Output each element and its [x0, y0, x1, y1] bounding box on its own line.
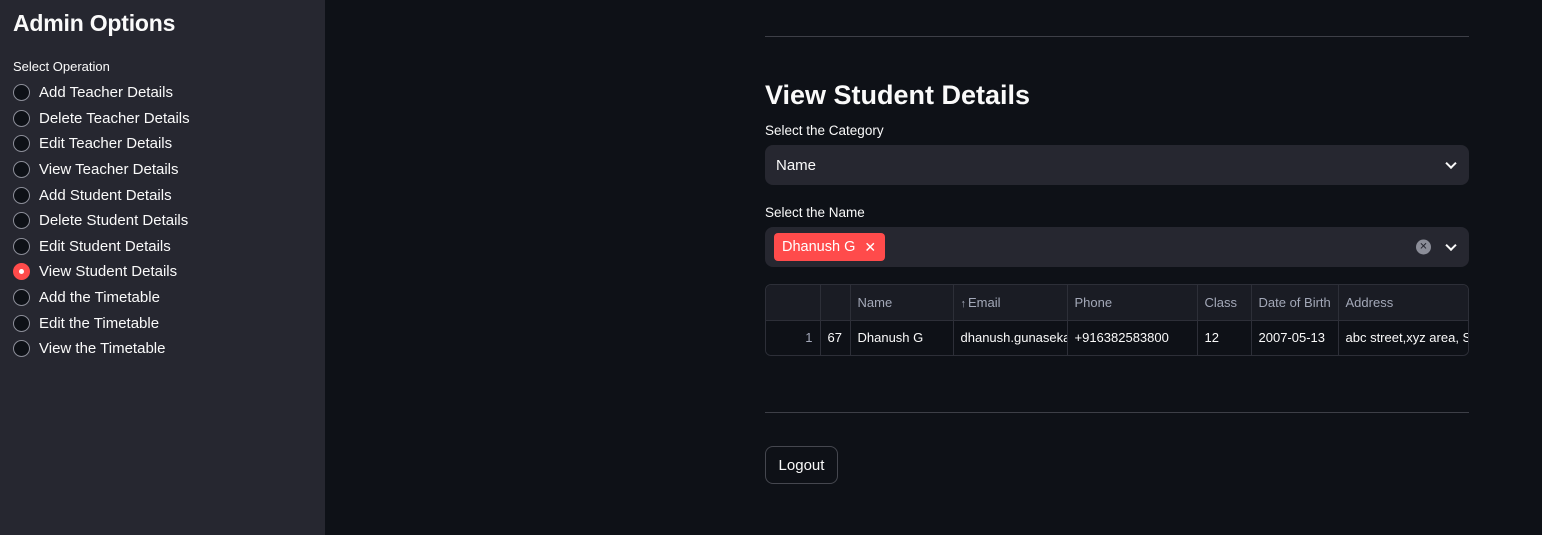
- radio-option[interactable]: View the Timetable: [13, 336, 312, 362]
- radio-option-label: Add Student Details: [39, 186, 172, 204]
- column-header-name[interactable]: Name: [850, 285, 954, 321]
- name-multiselect-label: Select the Name: [765, 205, 865, 220]
- radio-option[interactable]: Add the Timetable: [13, 285, 312, 311]
- radio-unchecked-icon[interactable]: [13, 84, 30, 102]
- page-title: View Student Details: [765, 80, 1031, 110]
- radio-option[interactable]: Add Teacher Details: [13, 80, 312, 106]
- radio-option[interactable]: View Teacher Details: [13, 157, 312, 183]
- table-header-row: Name ↑ Email Phone Class Date of Birth Ad…: [766, 285, 1468, 321]
- cell-dob[interactable]: 2007-05-13: [1251, 320, 1339, 355]
- radio-unchecked-icon[interactable]: [13, 109, 30, 127]
- chevron-down-icon[interactable]: [1445, 239, 1457, 252]
- radio-option-label: Edit the Timetable: [39, 314, 160, 332]
- column-header-address[interactable]: Address: [1338, 285, 1468, 321]
- sidebar-title: Admin Options: [13, 10, 176, 36]
- radio-option[interactable]: Edit Student Details: [13, 234, 312, 260]
- radio-checked-icon[interactable]: [13, 263, 30, 281]
- radio-option[interactable]: Add Student Details: [13, 182, 312, 208]
- cell-index: 1: [766, 320, 821, 355]
- column-header-dob[interactable]: Date of Birth: [1251, 285, 1339, 321]
- category-select-label: Select the Category: [765, 123, 884, 138]
- radio-unchecked-icon[interactable]: [13, 186, 30, 204]
- logout-button[interactable]: Logout: [765, 446, 838, 484]
- radio-unchecked-icon[interactable]: [13, 314, 30, 332]
- radio-option[interactable]: Edit the Timetable: [13, 310, 312, 336]
- clear-all-icon[interactable]: ✕: [1416, 239, 1431, 255]
- radio-option-label: Delete Student Details: [39, 212, 189, 230]
- student-table: Name ↑ Email Phone Class Date of Birth Ad…: [766, 285, 1468, 355]
- radio-option-label: View the Timetable: [39, 340, 166, 358]
- column-header-email[interactable]: ↑ Email: [953, 285, 1068, 321]
- radio-option[interactable]: Delete Student Details: [13, 208, 312, 234]
- selected-name-tag: Dhanush G ✕: [774, 233, 886, 261]
- radio-option[interactable]: Delete Teacher Details: [13, 106, 312, 132]
- radio-unchecked-icon[interactable]: [13, 212, 30, 230]
- radio-option-label: View Teacher Details: [39, 161, 179, 179]
- app-root: Admin Options Select Operation Add Teach…: [0, 0, 1542, 535]
- cell-email[interactable]: dhanush.gunasekaran: [953, 320, 1068, 355]
- column-header-class[interactable]: Class: [1197, 285, 1252, 321]
- cell-id[interactable]: 67: [820, 320, 851, 355]
- category-select[interactable]: Name: [765, 145, 1469, 185]
- selected-name-tag-label: Dhanush G: [782, 239, 856, 255]
- radio-option[interactable]: View Student Details: [13, 259, 312, 285]
- category-select-value: Name: [776, 156, 817, 174]
- close-icon[interactable]: ✕: [864, 240, 876, 254]
- sidebar: Admin Options Select Operation Add Teach…: [0, 0, 325, 535]
- table-row: 1 67 Dhanush G dhanush.gunasekaran +9163…: [766, 320, 1468, 355]
- cell-phone[interactable]: +916382583800: [1067, 320, 1198, 355]
- divider-bottom: [765, 412, 1469, 413]
- radio-option-label: Edit Teacher Details: [39, 135, 173, 153]
- arrow-up-icon: ↑: [960, 297, 967, 310]
- name-multiselect[interactable]: Dhanush G ✕ ✕: [765, 227, 1469, 267]
- column-header-id: [820, 285, 851, 321]
- radio-option-label: View Student Details: [39, 263, 178, 281]
- radio-unchecked-icon[interactable]: [13, 237, 30, 255]
- radio-option-label: Add the Timetable: [39, 289, 160, 307]
- operation-radio-group: Add Teacher Details Delete Teacher Detail…: [13, 80, 312, 362]
- radio-unchecked-icon[interactable]: [13, 340, 30, 358]
- student-dataframe[interactable]: Name ↑ Email Phone Class Date of Birth Ad…: [765, 284, 1469, 356]
- radio-option-label: Delete Teacher Details: [39, 109, 190, 127]
- radio-option-label: Edit Student Details: [39, 237, 171, 255]
- chevron-down-icon[interactable]: [1445, 157, 1457, 170]
- radio-group-caption: Select Operation: [13, 59, 110, 74]
- radio-unchecked-icon[interactable]: [13, 135, 30, 153]
- radio-unchecked-icon[interactable]: [13, 161, 30, 179]
- cell-class[interactable]: 12: [1197, 320, 1252, 355]
- cell-address[interactable]: abc street,xyz area, S: [1338, 320, 1468, 355]
- radio-option-label: Add Teacher Details: [39, 84, 173, 102]
- radio-unchecked-icon[interactable]: [13, 289, 30, 307]
- main-content: View Student Details Select the Category…: [765, 0, 1469, 484]
- column-header-phone[interactable]: Phone: [1067, 285, 1198, 321]
- radio-option[interactable]: Edit Teacher Details: [13, 131, 312, 157]
- cell-name[interactable]: Dhanush G: [850, 320, 954, 355]
- column-header-email-label: Email: [968, 294, 1001, 310]
- divider-top: [765, 36, 1469, 37]
- column-header-index: [766, 285, 821, 321]
